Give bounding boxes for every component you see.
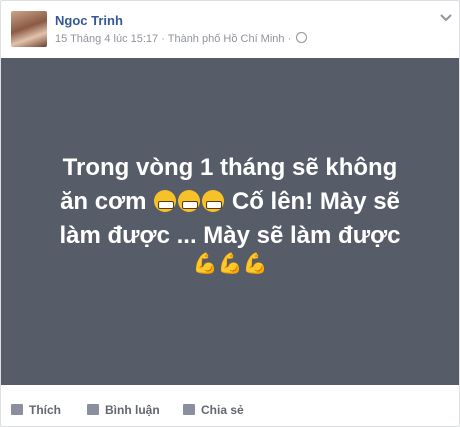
post-line-3: làm được ... Mày sẽ làm được bbox=[59, 221, 401, 249]
post-content: Trong vòng 1 tháng sẽ không ăn cơm Cố lê… bbox=[1, 58, 459, 385]
share-label: Chia sẻ bbox=[201, 403, 244, 417]
grimace-emoji-icon bbox=[178, 189, 201, 212]
post-line-2: ăn cơm Cố lên! Mày sẽ bbox=[30, 185, 430, 219]
avatar[interactable] bbox=[11, 11, 47, 47]
post-line-2-start: ăn cơm bbox=[60, 187, 147, 215]
author-name[interactable]: Ngoc Trinh bbox=[55, 13, 123, 28]
post-text: Trong vòng 1 tháng sẽ không ăn cơm Cố lê… bbox=[30, 151, 430, 287]
post-header: Ngoc Trinh 15 Tháng 4 lúc 15:17 · Thành … bbox=[1, 1, 459, 57]
post-line-1: Trong vòng 1 tháng sẽ không bbox=[62, 153, 398, 181]
post-timestamp-location[interactable]: 15 Tháng 4 lúc 15:17 · Thành phố Hồ Chí … bbox=[55, 33, 291, 45]
share-icon bbox=[183, 404, 195, 415]
grimace-emoji-icon bbox=[154, 189, 177, 212]
comment-button[interactable]: Bình luận bbox=[87, 403, 160, 417]
comment-label: Bình luận bbox=[105, 403, 160, 417]
like-button[interactable]: Thích bbox=[11, 403, 61, 417]
thumbs-up-icon bbox=[11, 404, 23, 415]
post-line-2-end: Cố lên! Mày sẽ bbox=[231, 187, 400, 215]
post-actions: Thích Bình luận Chia sẻ bbox=[1, 394, 459, 424]
like-label: Thích bbox=[29, 403, 61, 417]
post-card: Ngoc Trinh 15 Tháng 4 lúc 15:17 · Thành … bbox=[0, 0, 460, 427]
chevron-down-icon[interactable] bbox=[439, 13, 453, 23]
post-meta: 15 Tháng 4 lúc 15:17 · Thành phố Hồ Chí … bbox=[55, 32, 308, 45]
comment-icon bbox=[87, 404, 99, 415]
share-button[interactable]: Chia sẻ bbox=[183, 403, 244, 417]
globe-icon bbox=[296, 32, 308, 43]
grimace-emoji-icon bbox=[202, 189, 225, 212]
flexed-biceps-emoji-icon: 💪💪💪 bbox=[192, 252, 268, 275]
